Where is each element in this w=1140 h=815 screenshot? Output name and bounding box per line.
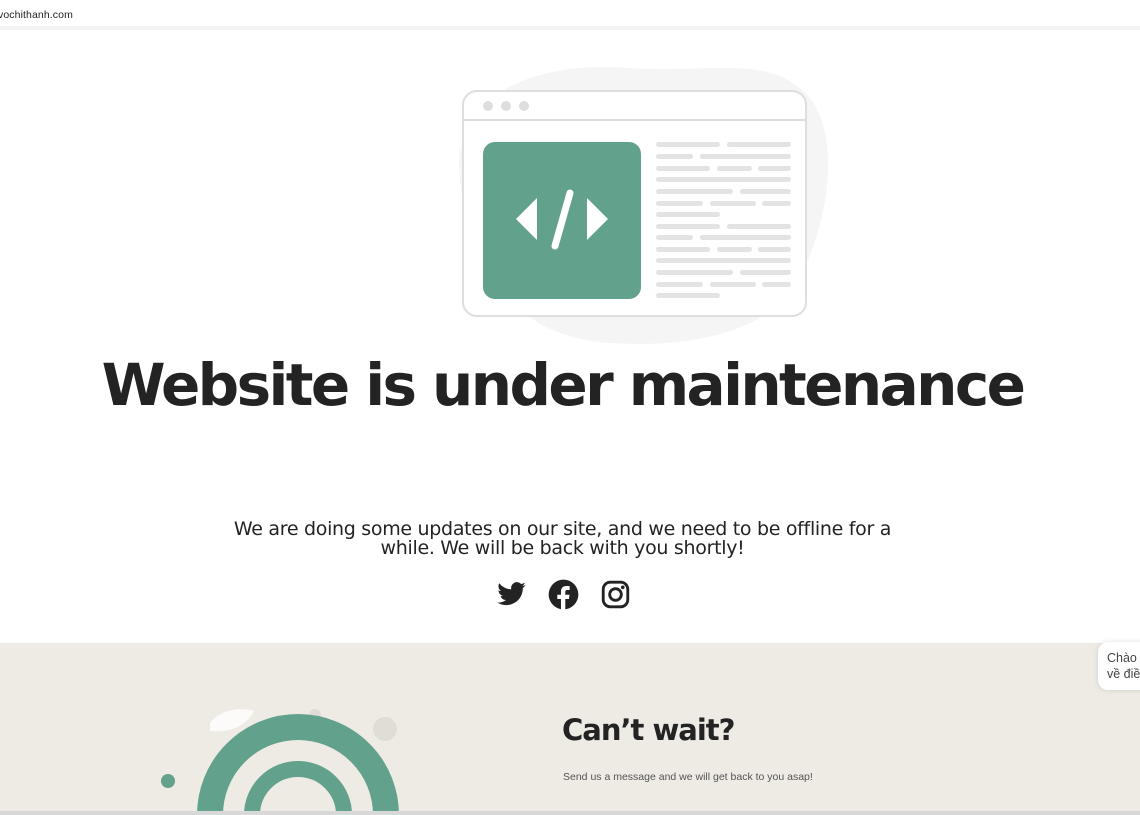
page-subtitle: We are doing some updates on our site, a… — [233, 518, 892, 559]
social-links — [496, 577, 631, 611]
window-bottom-edge — [0, 811, 1140, 815]
facebook-icon[interactable] — [548, 579, 579, 610]
decorative-rings-illustration — [161, 709, 399, 815]
window-dot — [501, 101, 511, 111]
cta-description: Send us a message and we will get back t… — [563, 771, 813, 783]
cta-title: Can’t wait? — [562, 713, 735, 747]
chat-line-2: về điề — [1107, 667, 1140, 681]
code-window-illustration — [459, 66, 829, 344]
window-dot — [519, 101, 529, 111]
window-dot — [483, 101, 493, 111]
chat-widget-bubble[interactable]: Chào về điề — [1098, 642, 1140, 690]
decor-dot — [373, 717, 397, 741]
page-title: Website is under maintenance — [101, 351, 1026, 419]
url-text[interactable]: vochithanh.com — [0, 9, 73, 21]
decor-dot — [161, 774, 175, 788]
inner-ring — [244, 761, 352, 815]
instagram-icon[interactable] — [600, 579, 631, 610]
address-bar[interactable]: vochithanh.com — [0, 0, 1140, 30]
toolbar-divider — [0, 26, 1140, 30]
contact-section: Can’t wait? Send us a message and we wil… — [0, 643, 1140, 815]
twitter-icon[interactable] — [496, 579, 527, 610]
chat-line-1: Chào — [1107, 651, 1137, 665]
